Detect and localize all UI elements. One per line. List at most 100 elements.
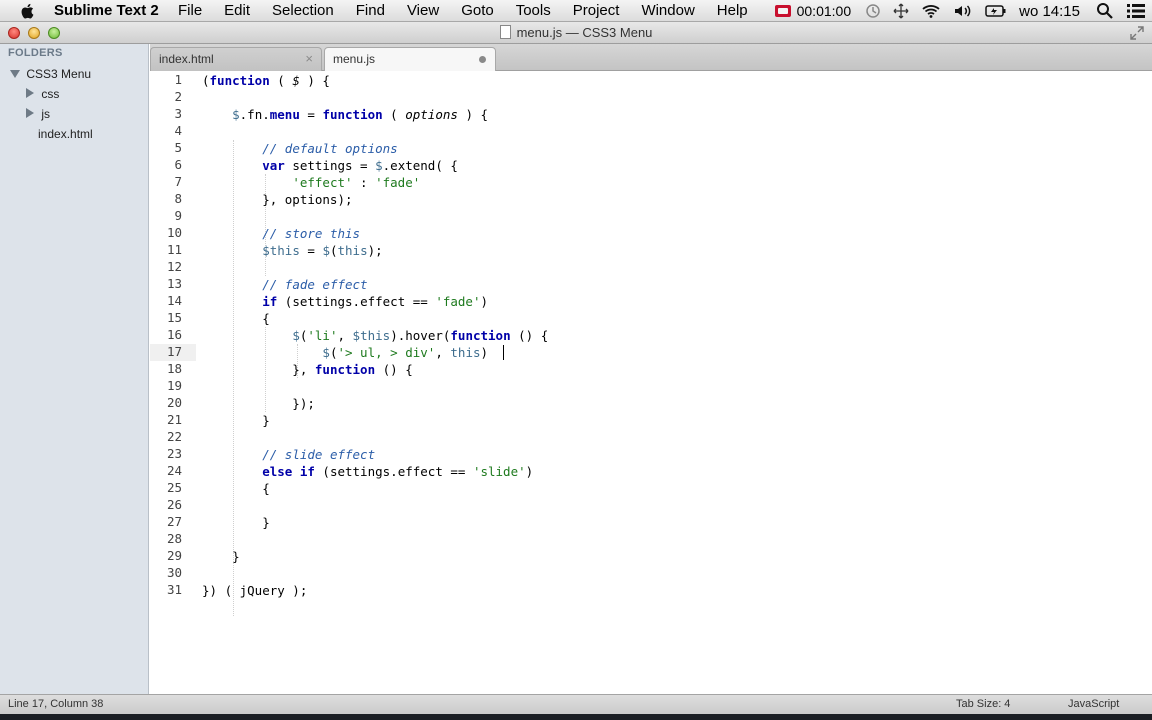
- code-line-29: }: [202, 549, 240, 564]
- code-line-27: }: [202, 515, 270, 530]
- code-line-14: if (settings.effect == 'fade'): [262, 294, 489, 309]
- root-folder-label: CSS3 Menu: [26, 67, 92, 81]
- screen-recording-icon[interactable]: [774, 5, 791, 17]
- sidebar-root-folder[interactable]: CSS3 Menu: [10, 64, 91, 84]
- menu-find[interactable]: Find: [356, 2, 385, 19]
- code-line-8: }, options);: [202, 192, 353, 207]
- line-number: 24: [166, 463, 182, 478]
- code-line-13: // fade effect: [262, 277, 368, 292]
- bluetooth-move-icon[interactable]: [893, 3, 909, 19]
- sidebar-file-index-html[interactable]: index.html: [38, 124, 93, 144]
- line-number: 3: [174, 106, 182, 121]
- menubar: Sublime Text 2 File Edit Selection Find …: [0, 0, 1152, 22]
- window-titlebar: menu.js — CSS3 Menu: [0, 22, 1152, 44]
- menubar-clock[interactable]: wo 14:15: [1019, 3, 1080, 20]
- line-number: 26: [166, 497, 182, 512]
- code-line-15: {: [202, 311, 270, 326]
- tab-label: index.html: [159, 52, 214, 66]
- disclosure-closed-icon[interactable]: [26, 108, 34, 118]
- indent-guide: [233, 140, 234, 616]
- menu-edit[interactable]: Edit: [224, 2, 250, 19]
- menu-goto[interactable]: Goto: [461, 2, 494, 19]
- code-line-11: $this = $(this);: [262, 243, 383, 258]
- line-number: 13: [166, 276, 182, 291]
- line-number: 20: [166, 395, 182, 410]
- folders-header: FOLDERS: [8, 47, 63, 59]
- text-cursor: [503, 345, 504, 360]
- line-number: 23: [166, 446, 182, 461]
- window-title-text: menu.js — CSS3 Menu: [516, 25, 653, 40]
- menu-project[interactable]: Project: [573, 2, 620, 19]
- line-number: 6: [174, 157, 182, 172]
- battery-icon[interactable]: [985, 3, 1007, 19]
- code-line-17: $('> ul, > div', this): [322, 345, 489, 360]
- tab-menu-js[interactable]: menu.js: [324, 47, 496, 71]
- tab-size-selector[interactable]: Tab Size: 4: [956, 698, 1010, 710]
- file-label-index-html: index.html: [38, 127, 93, 141]
- status-menus: 00:01:00 wo 14:15: [769, 0, 1152, 22]
- document-icon: [499, 25, 511, 39]
- tab-bar: index.html × menu.js: [150, 44, 1152, 71]
- menu-help[interactable]: Help: [717, 2, 748, 19]
- line-number: 2: [174, 89, 182, 104]
- line-number: 21: [166, 412, 182, 427]
- close-icon[interactable]: ×: [305, 48, 313, 70]
- window-title: menu.js — CSS3 Menu: [0, 25, 1152, 40]
- line-number: 19: [166, 378, 182, 393]
- code-line-20: });: [202, 396, 315, 411]
- status-bar: Line 17, Column 38 Tab Size: 4 JavaScrip…: [0, 694, 1152, 714]
- line-number: 5: [174, 140, 182, 155]
- menu-view[interactable]: View: [407, 2, 439, 19]
- notification-center-icon[interactable]: [1126, 2, 1146, 20]
- time-machine-icon[interactable]: [865, 3, 881, 19]
- dock-strip: [0, 714, 1152, 720]
- disclosure-open-icon[interactable]: [10, 70, 20, 78]
- line-number: 15: [166, 310, 182, 325]
- unsaved-dot-icon[interactable]: [479, 56, 486, 63]
- syntax-selector[interactable]: JavaScript: [1068, 698, 1119, 710]
- code-line-6: var settings = $.extend( {: [262, 158, 458, 173]
- line-number: 28: [166, 531, 182, 546]
- code-line-10: // store this: [262, 226, 361, 241]
- line-number: 4: [174, 123, 182, 138]
- recording-timer: 00:01:00: [796, 3, 852, 19]
- menu-file[interactable]: File: [178, 2, 202, 19]
- line-number: 11: [166, 242, 182, 257]
- disclosure-closed-icon[interactable]: [26, 88, 34, 98]
- tab-label: menu.js: [333, 52, 376, 66]
- sidebar-folder-css[interactable]: css: [26, 84, 59, 104]
- code-editor[interactable]: 1 2 3 4 5 6 7 8 9 10 11 12 13 14 15 16 17 18 19 20 21 22 23 24 2…: [150, 72, 1152, 694]
- wifi-icon[interactable]: [921, 3, 941, 19]
- line-number: 1: [174, 72, 182, 87]
- cursor-position: Line 17, Column 38: [8, 698, 104, 710]
- volume-icon[interactable]: [953, 3, 973, 19]
- code-line-1: (function ( $ ) {: [202, 73, 330, 88]
- line-number: 30: [166, 565, 182, 580]
- line-gutter: 1 2 3 4 5 6 7 8 9 10 11 12 13 14 15 16 17 18 19 20 21 22 23 24 2…: [150, 72, 196, 694]
- code-line-25: {: [202, 481, 270, 496]
- line-number: 8: [174, 191, 182, 206]
- line-number: 18: [166, 361, 182, 376]
- line-number: 22: [166, 429, 182, 444]
- line-number: 12: [166, 259, 182, 274]
- menu-selection[interactable]: Selection: [272, 2, 334, 19]
- tab-index-html[interactable]: index.html ×: [150, 47, 322, 71]
- line-number: 7: [174, 174, 182, 189]
- sidebar-folder-js[interactable]: js: [26, 104, 50, 124]
- line-number: 16: [166, 327, 182, 342]
- code-line-16: $('li', $this).hover(function () {: [292, 328, 549, 343]
- line-number: 17: [166, 344, 182, 359]
- line-number: 9: [174, 208, 182, 223]
- apple-icon[interactable]: [19, 2, 37, 20]
- menu-items: File Edit Selection Find View Goto Tools…: [178, 2, 770, 19]
- folder-label-js: js: [41, 107, 51, 121]
- menu-window[interactable]: Window: [641, 2, 694, 19]
- line-number: 29: [166, 548, 182, 563]
- fullscreen-icon[interactable]: [1130, 26, 1144, 40]
- code-line-21: }: [202, 413, 270, 428]
- spotlight-search-icon[interactable]: [1096, 2, 1114, 20]
- code-line-5: // default options: [262, 141, 398, 156]
- code-line-7: 'effect' : 'fade': [292, 175, 421, 190]
- app-name-menu[interactable]: Sublime Text 2: [54, 2, 159, 19]
- menu-tools[interactable]: Tools: [516, 2, 551, 19]
